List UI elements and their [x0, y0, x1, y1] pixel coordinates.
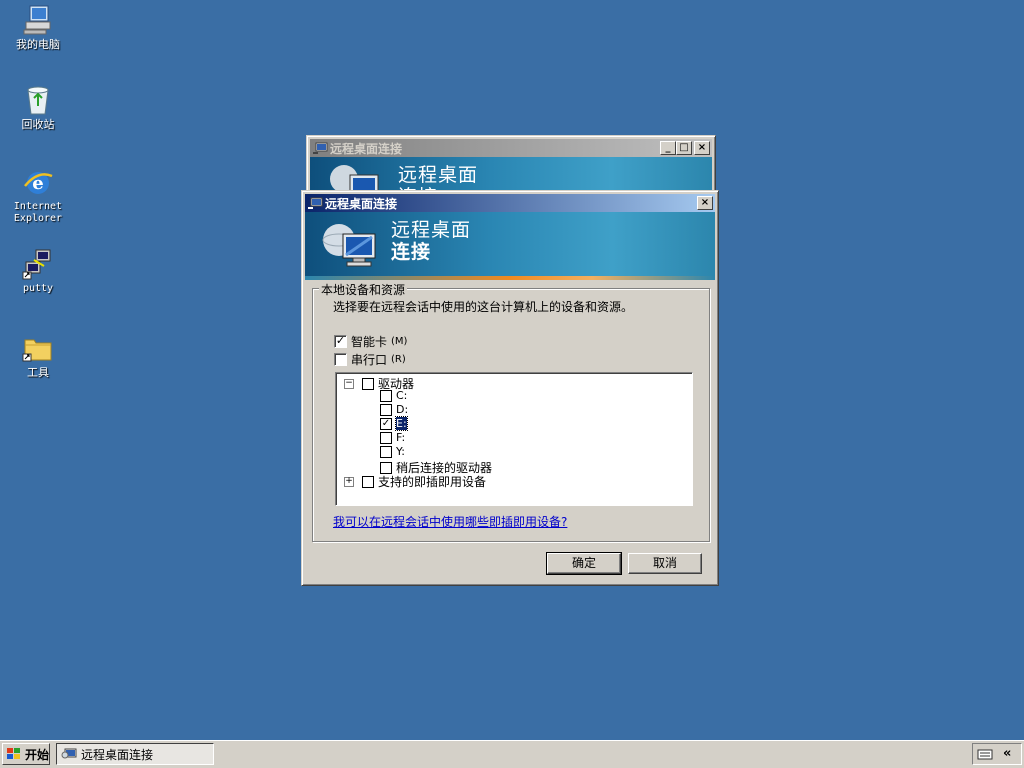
remote-desktop-icon — [307, 196, 323, 210]
pnp-label: 支持的即插即用设备 — [378, 475, 487, 489]
desktop-icon-internet-explorer[interactable]: e Internet Explorer — [0, 166, 76, 225]
desktop-icon-label: 回收站 — [21, 118, 55, 131]
background-rdc-window[interactable]: 远程桌面连接 _ □ × 远程桌面 连接 — [306, 135, 716, 197]
drive-label: F: — [396, 431, 406, 444]
smartcard-checkbox[interactable]: ✓ — [334, 335, 347, 348]
minimize-button[interactable]: _ — [660, 141, 676, 155]
remote-desktop-icon — [61, 748, 77, 759]
dialog-title: 远程桌面连接 — [325, 196, 398, 211]
drive-checkbox[interactable]: ✓ — [380, 417, 392, 430]
close-button[interactable]: × — [697, 196, 713, 210]
computer-icon — [22, 4, 54, 36]
serial-port-accel: (R) — [391, 354, 406, 365]
description-label: 选择要在远程会话中使用的这台计算机上的设备和资源。 — [333, 300, 634, 314]
background-banner-line1: 远程桌面 — [398, 164, 479, 186]
tree-node-drive[interactable]: F: — [380, 431, 405, 444]
local-devices-dialog[interactable]: 远程桌面连接 × 远程桌面 连接 本地设备和资源 选择要在远程会话中使用的这台计… — [301, 190, 719, 586]
dialog-titlebar[interactable]: 远程桌面连接 × — [305, 194, 715, 212]
ok-button[interactable]: 确定 — [546, 552, 622, 575]
desktop-icon-putty[interactable]: putty — [0, 248, 76, 295]
serial-port-label: 串行口 — [351, 353, 388, 367]
system-tray: « — [972, 743, 1022, 765]
expand-icon[interactable]: + — [344, 476, 354, 487]
tree-node-drive[interactable]: ✓ E: — [380, 416, 408, 431]
drive-label: E: — [395, 416, 408, 431]
smartcard-label: 智能卡 — [351, 335, 388, 349]
desktop-icon-label: putty — [22, 283, 54, 294]
drive-label: Y: — [396, 445, 405, 458]
keyboard-icon[interactable] — [977, 748, 993, 760]
desktop-icon-my-computer[interactable]: 我的电脑 — [0, 4, 76, 51]
drive-checkbox[interactable] — [380, 461, 392, 474]
serial-port-checkbox[interactable] — [334, 353, 347, 366]
tree-node-drive[interactable]: C: — [380, 389, 407, 402]
start-label: 开始 — [25, 747, 50, 762]
local-devices-groupbox: 本地设备和资源 选择要在远程会话中使用的这台计算机上的设备和资源。 ✓ 智能卡 … — [312, 281, 710, 542]
close-button[interactable]: × — [694, 141, 710, 155]
internet-explorer-icon: e — [22, 166, 54, 198]
taskbar-item-remote-desktop[interactable]: 远程桌面连接 — [56, 743, 214, 765]
device-tree[interactable]: − 驱动器 C: D: ✓ E: F: Y: 稍后连接的驱动器 + 支持的即插即… — [335, 372, 693, 506]
dialog-banner-line2: 连接 — [391, 241, 432, 263]
windows-logo-icon — [7, 748, 20, 759]
tree-node-drive[interactable]: Y: — [380, 445, 405, 458]
desktop-icon-tools[interactable]: 工具 — [0, 332, 76, 379]
drive-checkbox[interactable] — [380, 431, 392, 444]
drive-label: D: — [396, 403, 409, 416]
remote-desktop-logo-icon — [330, 165, 379, 193]
background-window-titlebar[interactable]: 远程桌面连接 _ □ × — [310, 139, 712, 157]
taskbar: 开始 远程桌面连接 « — [0, 740, 1024, 768]
collapse-icon[interactable]: − — [344, 378, 354, 389]
taskbar-item-label: 远程桌面连接 — [81, 747, 154, 762]
desktop-icon-label: 我的电脑 — [16, 38, 60, 51]
banner-accent-stripe — [305, 276, 715, 280]
serial-port-checkbox-row[interactable]: 串行口 (R) — [334, 351, 406, 368]
remote-desktop-icon — [312, 141, 328, 155]
chevron-left-icon[interactable]: « — [1003, 746, 1011, 761]
maximize-button[interactable]: □ — [676, 141, 692, 155]
desktop-icon-label: Internet Explorer — [13, 201, 63, 224]
drive-label: C: — [396, 389, 408, 402]
start-button[interactable]: 开始 — [2, 743, 50, 765]
remote-desktop-logo-icon — [322, 224, 376, 267]
tree-node-drive[interactable]: D: — [380, 403, 408, 416]
smartcard-checkbox-row[interactable]: ✓ 智能卡 (M) — [334, 333, 407, 350]
recycle-bin-icon — [22, 84, 54, 116]
folder-icon — [22, 332, 54, 364]
desktop-icon-recycle-bin[interactable]: 回收站 — [0, 84, 76, 131]
putty-icon — [22, 248, 54, 280]
smartcard-accel: (M) — [391, 336, 408, 347]
cancel-button[interactable]: 取消 — [628, 553, 702, 574]
drive-checkbox[interactable] — [380, 403, 392, 416]
dialog-banner-line1: 远程桌面 — [391, 219, 472, 241]
description-text: 选择要在远程会话中使用的这台计算机上的设备和资源。 — [333, 298, 633, 315]
background-window-banner: 远程桌面 连接 — [310, 157, 712, 193]
groupbox-label: 本地设备和资源 — [319, 281, 408, 298]
drive-checkbox[interactable] — [380, 389, 392, 402]
desktop-icon-label: 工具 — [27, 366, 49, 379]
drives-checkbox[interactable] — [362, 377, 374, 390]
background-window-title: 远程桌面连接 — [330, 141, 403, 156]
drive-checkbox[interactable] — [380, 445, 392, 458]
tree-node-pnp-devices[interactable]: + 支持的即插即用设备 — [344, 473, 486, 490]
dialog-banner: 远程桌面 连接 — [305, 212, 715, 280]
pnp-checkbox[interactable] — [362, 475, 374, 488]
pnp-help-link[interactable]: 我可以在远程会话中使用哪些即插即用设备? — [333, 513, 567, 530]
